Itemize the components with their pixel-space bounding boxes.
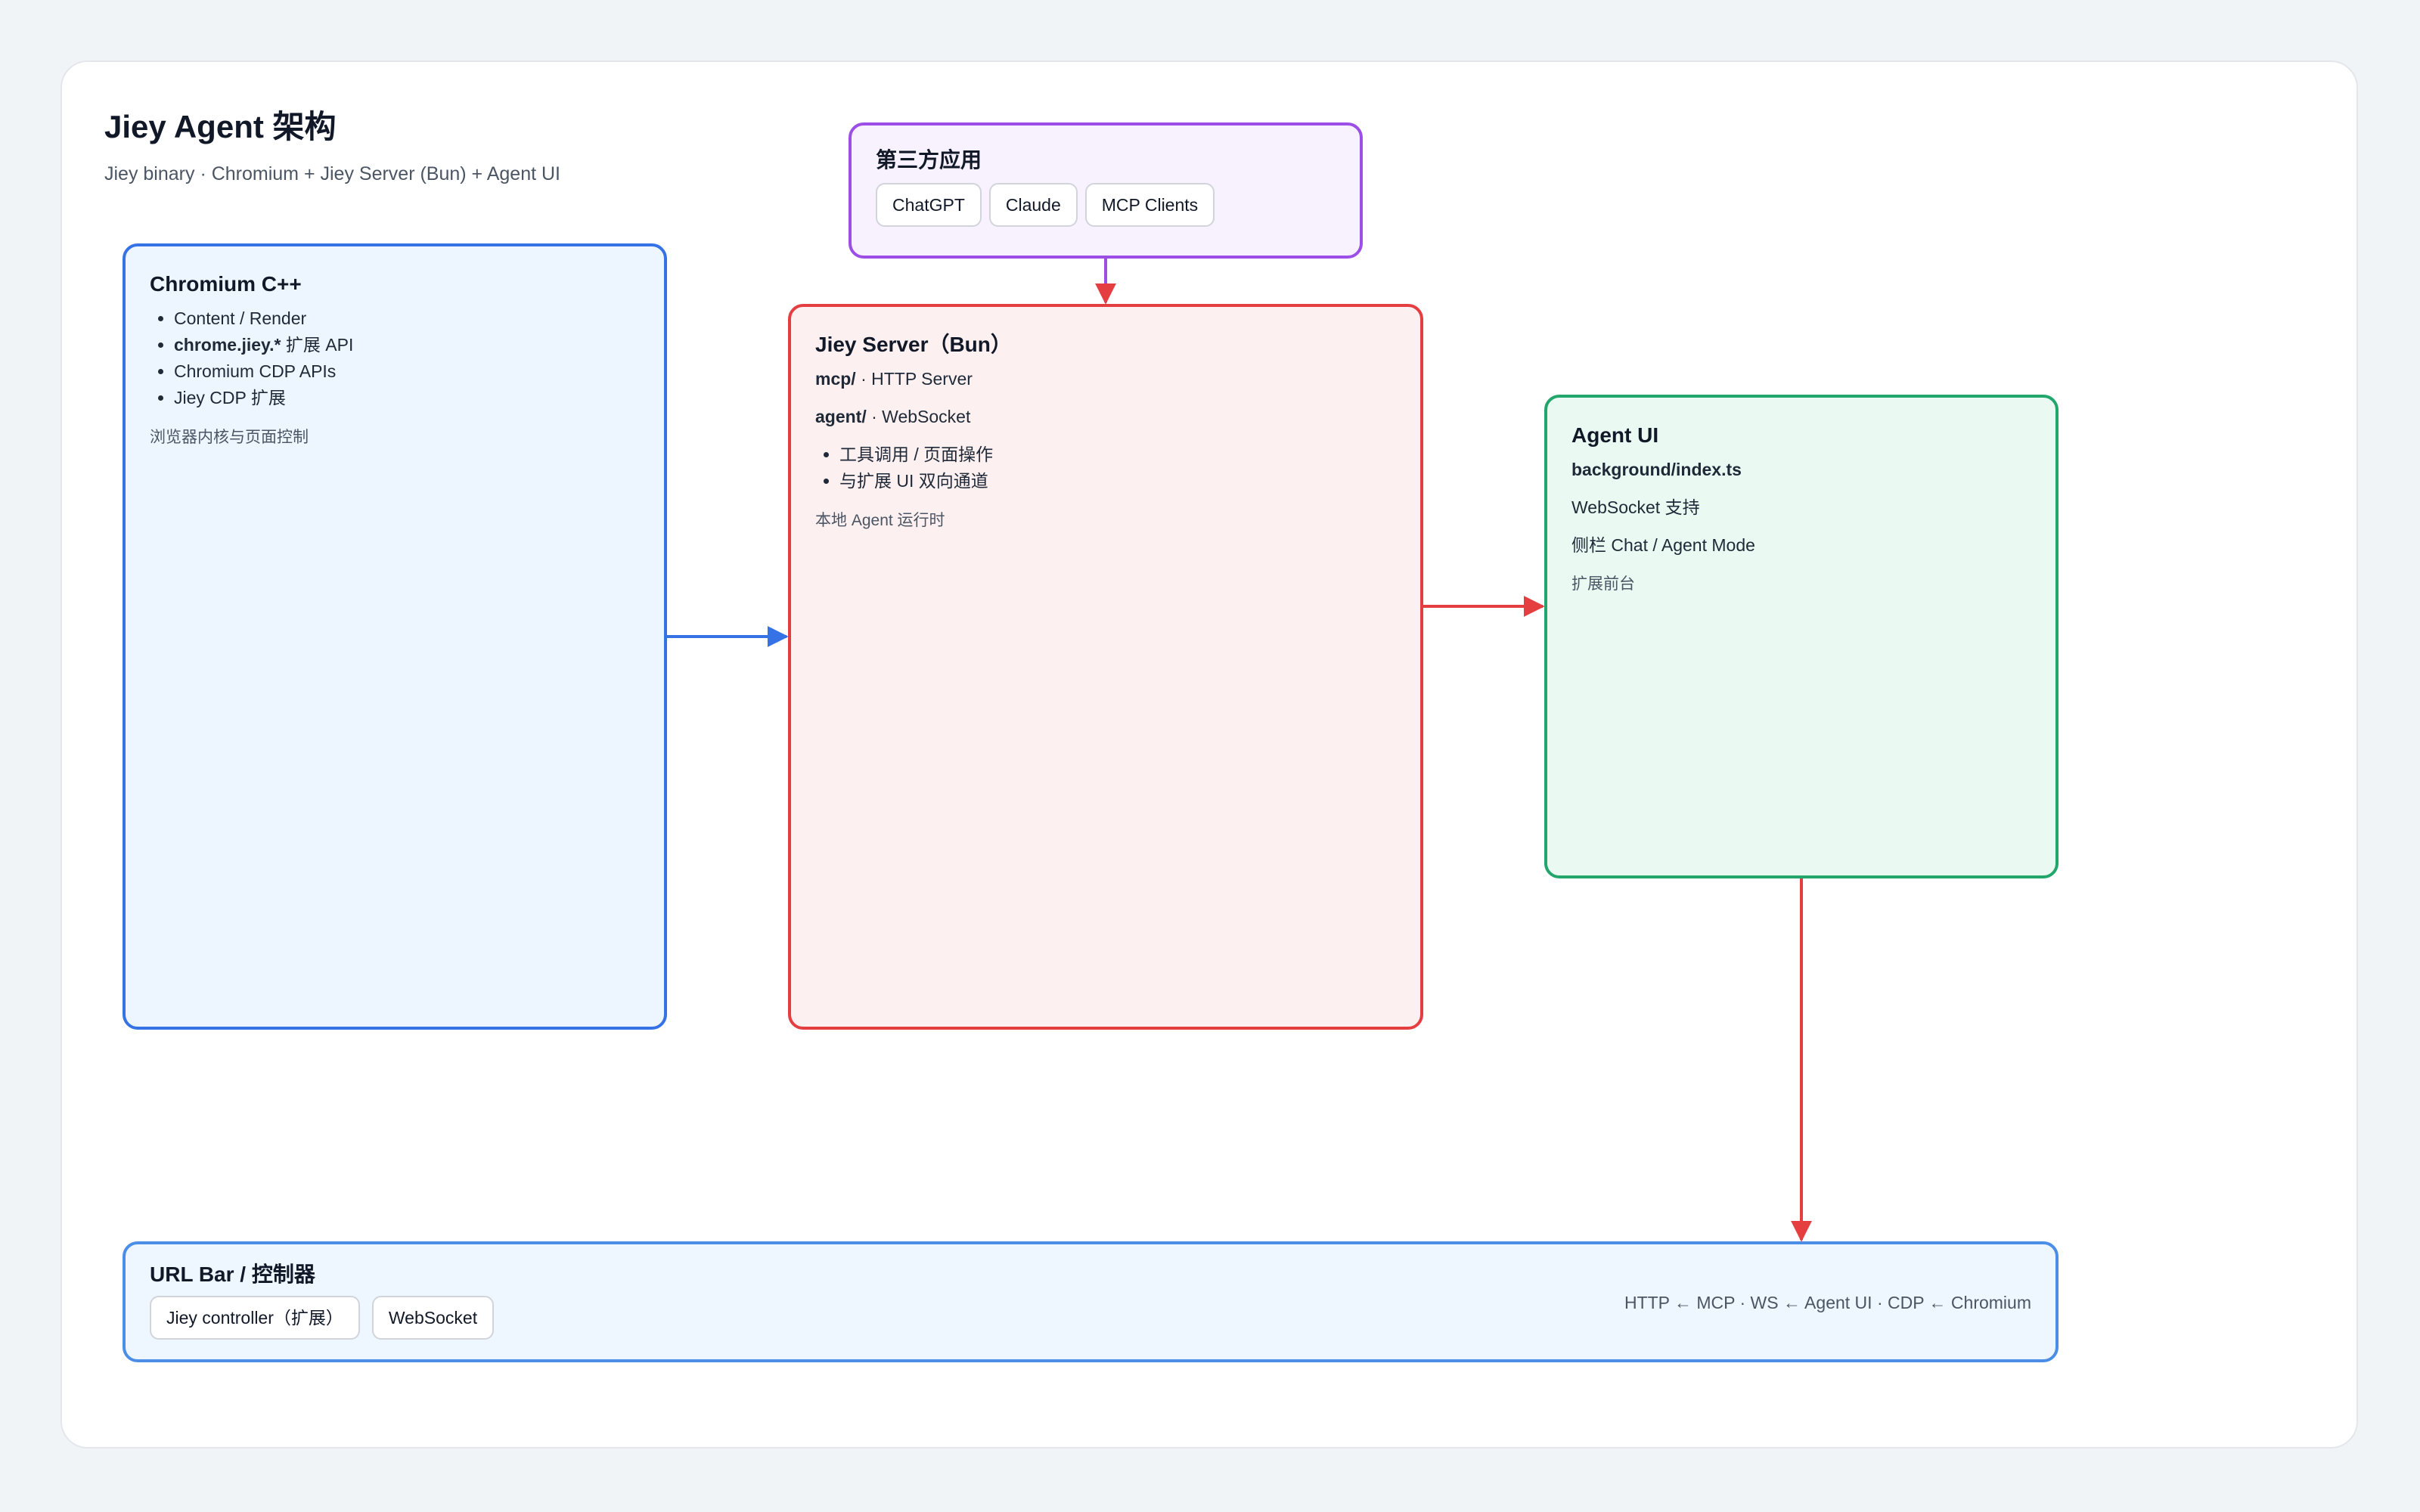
server-agent-line: agent/ · WebSocket: [815, 404, 1396, 429]
chromium-note: 浏览器内核与页面控制: [150, 429, 309, 446]
chromium-item-bold: chrome.jiey.*: [174, 335, 281, 355]
chromium-item-text: 扩展 API: [281, 335, 354, 355]
agent-ui-box: Agent UI background/index.ts WebSocket 支…: [1544, 395, 2059, 878]
agent-ui-line1: WebSocket 支持: [1571, 497, 1700, 517]
chromium-item-text: Chromium CDP APIs: [174, 361, 337, 381]
chromium-item: Jiey CDP 扩展: [174, 385, 640, 411]
chromium-item-text: Jiey CDP 扩展: [174, 388, 286, 407]
url-bar-route-note: HTTP ← MCP · WS ← Agent UI · CDP ← Chrom…: [1624, 1293, 2031, 1312]
agent-ui-line2: 侧栏 Chat / Agent Mode: [1571, 535, 1755, 555]
agent-ui-file: background/index.ts: [1571, 460, 1742, 479]
third-party-title: 第三方应用: [876, 148, 982, 172]
server-box: Jiey Server（Bun） mcp/ · HTTP Server agen…: [788, 304, 1423, 1030]
server-item: 与扩展 UI 双向通道: [839, 468, 1396, 494]
chromium-box: Chromium C++ Content / Render chrome.jie…: [123, 243, 667, 1030]
chip-jiey-controller[interactable]: Jiey controller（扩展）: [150, 1296, 360, 1340]
server-agent-text: · WebSocket: [866, 407, 971, 426]
server-mcp-label: mcp/: [815, 369, 856, 389]
chromium-item: Content / Render: [174, 305, 640, 332]
server-title: Jiey Server（Bun）: [815, 333, 1012, 356]
page-title: Jiey Agent 架构: [104, 109, 337, 144]
agent-ui-title: Agent UI: [1571, 423, 1659, 447]
agent-ui-note: 扩展前台: [1571, 575, 1635, 593]
url-bar-box: URL Bar / 控制器 Jiey controller（扩展） WebSoc…: [123, 1241, 2059, 1362]
chromium-list: Content / Render chrome.jiey.* 扩展 API Ch…: [150, 305, 640, 411]
server-mcp-line: mcp/ · HTTP Server: [815, 366, 1396, 392]
server-list: 工具调用 / 页面操作 与扩展 UI 双向通道: [815, 442, 1396, 494]
server-item: 工具调用 / 页面操作: [839, 442, 1396, 468]
server-agent-label: agent/: [815, 407, 867, 426]
server-note: 本地 Agent 运行时: [815, 512, 945, 529]
url-bar-title: URL Bar / 控制器: [150, 1263, 315, 1286]
chip-chatgpt[interactable]: ChatGPT: [876, 183, 982, 227]
page-subtitle: Jiey binary · Chromium + Jiey Server (Bu…: [104, 163, 561, 184]
chromium-title: Chromium C++: [150, 272, 302, 296]
third-party-chips: ChatGPT Claude MCP Clients: [876, 183, 1336, 227]
chromium-item: chrome.jiey.* 扩展 API: [174, 332, 640, 358]
chip-mcp-clients[interactable]: MCP Clients: [1084, 183, 1215, 227]
third-party-box: 第三方应用 ChatGPT Claude MCP Clients: [849, 122, 1363, 259]
chromium-item-text: Content / Render: [174, 308, 307, 328]
chip-claude[interactable]: Claude: [988, 183, 1078, 227]
chromium-item: Chromium CDP APIs: [174, 358, 640, 385]
chip-websocket[interactable]: WebSocket: [371, 1296, 495, 1340]
server-mcp-text: · HTTP Server: [855, 369, 973, 389]
